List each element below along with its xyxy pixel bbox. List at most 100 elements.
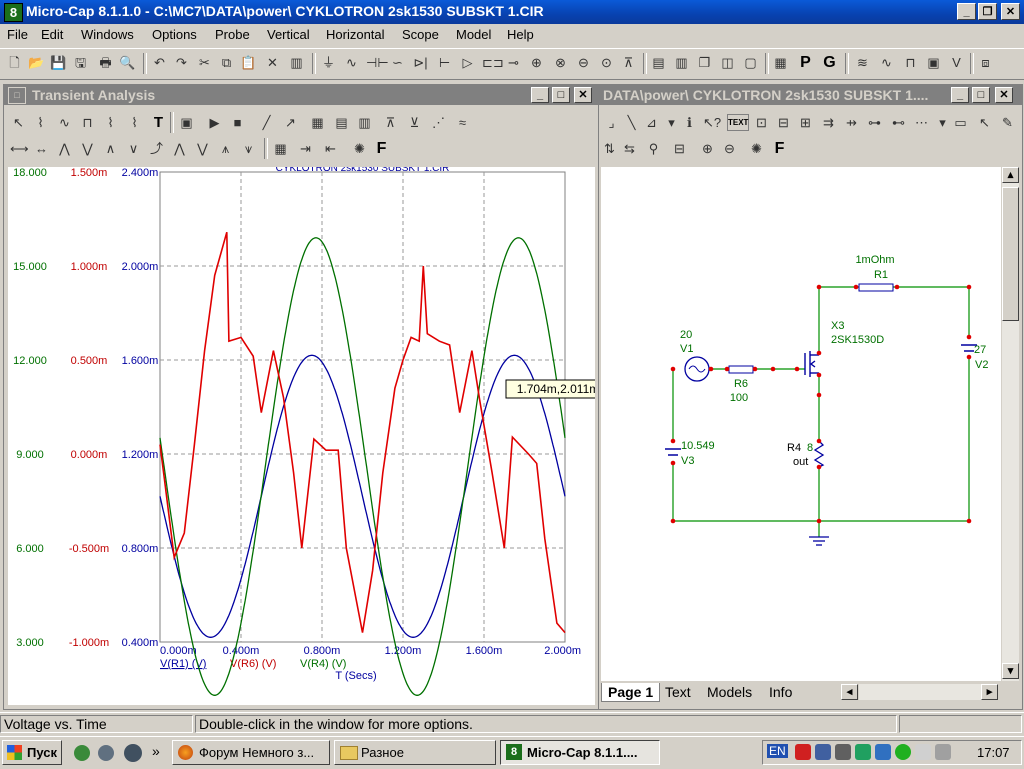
tray-sync-icon[interactable] [855, 744, 871, 760]
arrow-right-icon[interactable]: ⇉ [820, 114, 837, 131]
tab-info[interactable]: Info [763, 683, 798, 701]
undo-icon[interactable]: ↶ [151, 54, 168, 71]
yandex-icon[interactable] [795, 744, 811, 760]
schematic-maximize-button[interactable]: □ [972, 87, 990, 103]
calculator-icon[interactable]: ▦ [772, 54, 789, 71]
open-folder-icon[interactable]: 📂 [28, 54, 45, 71]
binoculars-icon[interactable]: ⚲ [645, 140, 662, 157]
menu-horizontal[interactable]: Horizontal [326, 27, 385, 42]
transient-plot[interactable]: CYKLOTRON 2sk1530 SUBSKT 1.CIR 18.000 15.0… [8, 163, 611, 705]
capacitor-component-icon[interactable]: ⊣⊢ [366, 54, 389, 71]
slope-icon[interactable]: ⋰ [430, 114, 447, 131]
plot-area[interactable]: CYKLOTRON 2sk1530 SUBSKT 1.CIR 18.000 15.0… [8, 163, 611, 705]
select-all-icon[interactable]: ▥ [288, 54, 305, 71]
redo-icon[interactable]: ↷ [173, 54, 190, 71]
menu-model[interactable]: Model [456, 27, 491, 42]
bottom-icon[interactable]: ⩛ [240, 140, 257, 157]
node-numbers-icon[interactable]: ⊡ [753, 114, 770, 131]
waveform-icon[interactable]: ≋ [854, 54, 871, 71]
mosfet-x3[interactable] [804, 351, 819, 377]
opamp-component-icon[interactable]: ▷ [459, 54, 476, 71]
peak-icon[interactable]: ⊼ [382, 114, 399, 131]
quicklaunch-alien-icon[interactable] [124, 744, 142, 762]
inflection-icon[interactable]: ⤴ [148, 140, 165, 157]
taskbar-task-folder[interactable]: Разное [334, 740, 496, 765]
schematic-diagram[interactable]: 1mOhm R1 27 V2 X3 2SK1530D 20 V1 R6 100 … [601, 167, 1001, 681]
resistor-r1[interactable] [858, 283, 894, 292]
pin-connections-icon[interactable]: ⊷ [890, 114, 907, 131]
tray-app-icon[interactable] [835, 744, 851, 760]
switch-component-icon[interactable]: ⊸ [505, 54, 522, 71]
component-editor-icon[interactable]: ⧈ [977, 54, 994, 71]
text-mode-icon[interactable]: T [150, 114, 167, 131]
jfet-component-icon[interactable]: ⊖ [575, 54, 592, 71]
tile-vertical-icon[interactable]: ▥ [673, 54, 690, 71]
scale-mode-icon[interactable]: ⌇ [32, 114, 49, 131]
wire-mode-icon[interactable]: ⌟ [603, 114, 620, 131]
delete-icon[interactable]: ✕ [264, 54, 281, 71]
line-draw-icon[interactable]: ╱ [258, 114, 275, 131]
flag-component-icon[interactable]: ⊼ [620, 54, 637, 71]
cursor-to-point-icon[interactable]: ⇥ [297, 140, 314, 157]
new-file-icon[interactable]: 🗋 [6, 54, 23, 71]
cursor-right-icon[interactable]: ↔ [33, 140, 50, 157]
grid-toggle-icon[interactable]: ▥ [356, 114, 373, 131]
probe-cursor-icon[interactable]: ↖ [976, 114, 993, 131]
cascade-icon[interactable]: ❐ [696, 54, 713, 71]
zoom-in-icon[interactable]: ⊕ [699, 140, 716, 157]
cursor-tag-icon[interactable]: ⇤ [322, 140, 339, 157]
copy-icon[interactable]: ⧉ [218, 54, 235, 71]
palette-icon[interactable]: ✺ [351, 140, 368, 157]
grid-minor-icon[interactable]: ▤ [333, 114, 350, 131]
wave-tool-icon[interactable]: ≈ [454, 114, 471, 131]
network-icon[interactable] [815, 744, 831, 760]
scroll-up-button[interactable]: ▴ [1002, 167, 1019, 183]
pulse-icon[interactable]: ⊓ [902, 54, 919, 71]
on-toggle-icon[interactable]: ⊶ [866, 114, 883, 131]
vid-icon[interactable]: V [948, 54, 965, 71]
scroll-thumb[interactable] [1002, 187, 1019, 321]
global-low-icon[interactable]: ⋁ [194, 140, 211, 157]
dropdown-icon[interactable]: ▾ [663, 114, 680, 131]
save-icon[interactable]: 💾 [50, 54, 67, 71]
text-tool-button[interactable]: TEXT [727, 114, 749, 131]
diode-component-icon[interactable]: ⊳| [412, 54, 429, 71]
menu-windows[interactable]: Windows [81, 27, 134, 42]
battery-v3[interactable] [665, 448, 681, 456]
schematic-vertical-scrollbar[interactable]: ▴ ▾ [1002, 167, 1019, 681]
paste-icon[interactable]: 📋 [240, 54, 257, 71]
tray-status-icon[interactable] [895, 744, 911, 760]
next-peak-icon[interactable]: ⋀ [56, 140, 73, 157]
global-high-icon[interactable]: ⋀ [171, 140, 188, 157]
numeric-output-icon[interactable]: ▦ [272, 140, 289, 157]
analysis-window-icon[interactable]: □ [8, 87, 26, 104]
menu-edit[interactable]: Edit [41, 27, 63, 42]
language-indicator[interactable]: EN [767, 744, 788, 758]
scroll-down-button[interactable]: ▾ [1002, 663, 1019, 679]
p-button[interactable]: P [797, 54, 814, 71]
vertical-tag-icon[interactable]: ⌇ [126, 114, 143, 131]
grid-text-icon[interactable]: ⊞ [797, 114, 814, 131]
arrow-draw-icon[interactable]: ↗ [282, 114, 299, 131]
flip-icon[interactable]: ⇅ [601, 140, 618, 157]
arrow-node-icon[interactable]: ⇸ [843, 114, 860, 131]
tab-page-1[interactable]: Page 1 [601, 683, 661, 702]
cursor-left-icon[interactable]: ⟷ [10, 140, 29, 157]
save-all-icon[interactable]: 🖫 [72, 54, 89, 71]
quicklaunch-ie-icon[interactable] [74, 745, 90, 761]
volume-icon[interactable] [935, 744, 951, 760]
schematic-close-button[interactable]: ✕ [995, 87, 1013, 103]
menu-vertical[interactable]: Vertical [267, 27, 310, 42]
battery-component-icon[interactable]: ⊢ [436, 54, 453, 71]
inductor-component-icon[interactable]: ∽ [389, 54, 406, 71]
transient-maximize-button[interactable]: □ [552, 87, 570, 103]
menu-probe[interactable]: Probe [215, 27, 250, 42]
transient-minimize-button[interactable]: _ [531, 87, 549, 103]
tab-models[interactable]: Models [701, 683, 758, 701]
close-button[interactable]: ✕ [1001, 3, 1020, 20]
comment-icon[interactable]: ⊟ [671, 140, 688, 157]
print-preview-icon[interactable]: 🔍 [119, 54, 136, 71]
tray-mail-icon[interactable] [915, 744, 931, 760]
schematic-canvas[interactable]: 1mOhm R1 27 V2 X3 2SK1530D 20 V1 R6 100 … [601, 167, 1001, 681]
horizontal-scrollbar-track[interactable] [859, 684, 981, 700]
